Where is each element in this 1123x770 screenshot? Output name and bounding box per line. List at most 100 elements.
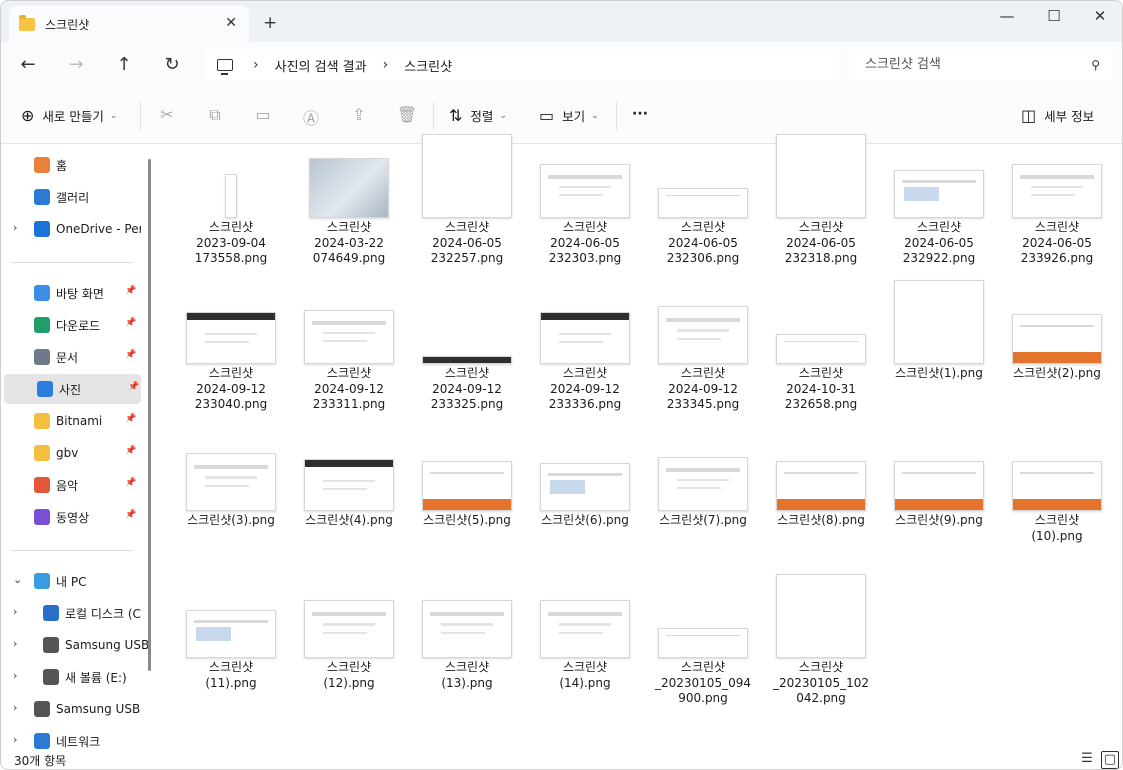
share-icon[interactable]: ⇪	[348, 105, 370, 127]
chevron-right-icon[interactable]: ›	[253, 57, 259, 73]
file-thumbnail	[309, 158, 389, 218]
file-item[interactable]: 스크린샷 (14).png	[535, 598, 635, 728]
sidebar-item[interactable]: › OneDrive - Pers	[1, 214, 141, 244]
more-options-button[interactable]: ···	[632, 106, 648, 122]
file-thumbnail	[776, 134, 866, 218]
details-pane-icon: ◫	[1021, 106, 1037, 125]
file-item[interactable]: 스크린샷(4).png	[299, 451, 399, 581]
file-item[interactable]: 스크린샷 2024-09-12 233325.png	[417, 304, 517, 434]
file-item[interactable]: 스크린샷(9).png	[889, 451, 989, 581]
address-bar[interactable]: › 사진의 검색 결과 › 스크린샷	[205, 49, 839, 81]
file-item[interactable]: 스크린샷 _20230105_094 900.png	[653, 598, 753, 728]
minimize-button[interactable]: —	[984, 7, 1030, 25]
view-button[interactable]: ▭ 보기 ⌄	[539, 106, 599, 125]
up-button[interactable]: ↑	[110, 52, 138, 80]
file-item[interactable]: 스크린샷 _20230105_102 042.png	[771, 574, 871, 728]
details-view-icon[interactable]: ☰	[1078, 751, 1096, 769]
tab-screenshots[interactable]: 스크린샷 ✕	[9, 6, 249, 42]
large-icons-view-icon[interactable]: ▢	[1101, 751, 1119, 769]
new-tab-button[interactable]: +	[263, 13, 277, 33]
chevron-right-icon[interactable]: ›	[383, 57, 389, 73]
file-item[interactable]: 스크린샷(5).png	[417, 451, 517, 581]
file-item[interactable]: 스크린샷(6).png	[535, 451, 635, 581]
sidebar-item-label: OneDrive - Pers	[56, 222, 141, 236]
chevron-right-icon[interactable]: ›	[13, 733, 17, 746]
forward-button[interactable]: →	[62, 52, 90, 80]
file-item[interactable]: 스크린샷(3).png	[181, 451, 281, 581]
file-item[interactable]: 스크린샷 (12).png	[299, 598, 399, 728]
chevron-right-icon[interactable]: ›	[13, 605, 17, 618]
search-input[interactable]: 스크린샷 검색 ⚲	[849, 49, 1112, 81]
file-name: 스크린샷(9).png	[895, 513, 983, 527]
file-item[interactable]: 스크린샷 2024-06-05 232922.png	[889, 158, 989, 288]
chevron-down-icon[interactable]: ⌄	[13, 573, 22, 586]
file-thumbnail	[658, 306, 748, 364]
chevron-right-icon[interactable]: ›	[13, 637, 17, 650]
sidebar-item[interactable]: › Samsung USB (	[1, 694, 141, 724]
file-thumbnail	[540, 164, 630, 218]
file-item[interactable]: 스크린샷(1).png	[889, 280, 989, 434]
copy-icon[interactable]: ⧉	[204, 105, 226, 127]
file-item[interactable]: 스크린샷 (10).png	[1007, 451, 1107, 581]
file-item[interactable]: 스크린샷 (11).png	[181, 598, 281, 728]
file-thumbnail	[225, 174, 237, 218]
sidebar-item[interactable]: 갤러리	[1, 182, 141, 212]
sort-button[interactable]: ⇅ 정렬 ⌄	[449, 106, 507, 125]
pictures-icon	[37, 381, 53, 397]
close-window-button[interactable]: ✕	[1077, 7, 1122, 25]
maximize-button[interactable]: ☐	[1031, 7, 1077, 25]
file-item[interactable]: 스크린샷 2024-06-05 233926.png	[1007, 158, 1107, 288]
file-item[interactable]: 스크린샷 2024-09-12 233040.png	[181, 304, 281, 434]
cut-icon[interactable]: ✂	[156, 105, 178, 127]
sidebar-item[interactable]: gbv 📌	[1, 438, 141, 468]
file-item[interactable]: 스크린샷(8).png	[771, 451, 871, 581]
file-item[interactable]: 스크린샷(7).png	[653, 451, 753, 581]
file-item[interactable]: 스크린샷(2).png	[1007, 304, 1107, 434]
sidebar-item[interactable]: 홈	[1, 150, 141, 180]
file-item[interactable]: 스크린샷 (13).png	[417, 598, 517, 728]
sidebar-item[interactable]: › 새 볼륨 (E:)	[1, 662, 141, 692]
document-icon	[34, 349, 50, 365]
file-item[interactable]: 스크린샷 2024-10-31 232658.png	[771, 304, 871, 434]
details-pane-button[interactable]: ◫ 세부 정보	[1021, 106, 1094, 125]
close-tab-icon[interactable]: ✕	[225, 15, 237, 31]
folder-icon	[19, 14, 35, 31]
sidebar-item[interactable]: ⌄ 내 PC	[1, 566, 141, 596]
sidebar-item[interactable]: › Samsung USB	[1, 630, 149, 660]
sidebar-item[interactable]: 다운로드 📌	[1, 310, 141, 340]
paste-icon[interactable]: ▭	[252, 105, 274, 127]
navigation-scrollbar[interactable]	[148, 159, 151, 671]
file-item[interactable]: 스크린샷 2024-06-05 232257.png	[417, 134, 517, 288]
network-icon	[34, 733, 50, 749]
sidebar-item[interactable]: 사진 📌	[4, 374, 141, 404]
sidebar-item[interactable]: 바탕 화면 📌	[1, 278, 141, 308]
music-icon	[34, 477, 50, 493]
file-thumbnail	[186, 312, 276, 364]
refresh-button[interactable]: ↻	[158, 52, 186, 80]
sidebar-item[interactable]: 음악 📌	[1, 470, 141, 500]
sidebar-item[interactable]: 문서 📌	[1, 342, 141, 372]
windows-drive-icon	[43, 605, 59, 621]
file-item[interactable]: 스크린샷 2024-06-05 232303.png	[535, 158, 635, 288]
file-item[interactable]: 스크린샷 2024-09-12 233336.png	[535, 304, 635, 434]
sidebar-item[interactable]: Bitnami 📌	[1, 406, 141, 436]
file-item[interactable]: 스크린샷 2024-09-12 233345.png	[653, 304, 753, 434]
chevron-right-icon[interactable]: ›	[13, 669, 17, 682]
sidebar-item-label: 바탕 화면	[56, 286, 104, 301]
file-thumbnail	[304, 310, 394, 364]
sidebar-item[interactable]: 동영상 📌	[1, 502, 141, 532]
delete-icon[interactable]: 🗑	[396, 105, 418, 127]
chevron-right-icon[interactable]: ›	[13, 221, 17, 234]
file-item[interactable]: 스크린샷 2024-03-22 074649.png	[299, 158, 399, 288]
new-button[interactable]: ⊕ 새로 만들기 ⌄	[21, 106, 117, 125]
file-item[interactable]: 스크린샷 2023-09-04 173558.png	[181, 158, 281, 288]
file-item[interactable]: 스크린샷 2024-09-12 233311.png	[299, 304, 399, 434]
back-button[interactable]: ←	[14, 52, 42, 80]
file-item[interactable]: 스크린샷 2024-06-05 232306.png	[653, 158, 753, 288]
file-item[interactable]: 스크린샷 2024-06-05 232318.png	[771, 134, 871, 288]
chevron-right-icon[interactable]: ›	[13, 701, 17, 714]
breadcrumb-screenshots[interactable]: 스크린샷	[404, 56, 452, 75]
breadcrumb-search-results[interactable]: 사진의 검색 결과	[275, 56, 367, 75]
rename-icon[interactable]: Ⓐ	[300, 105, 322, 128]
sidebar-item[interactable]: › 로컬 디스크 (C	[1, 598, 141, 628]
